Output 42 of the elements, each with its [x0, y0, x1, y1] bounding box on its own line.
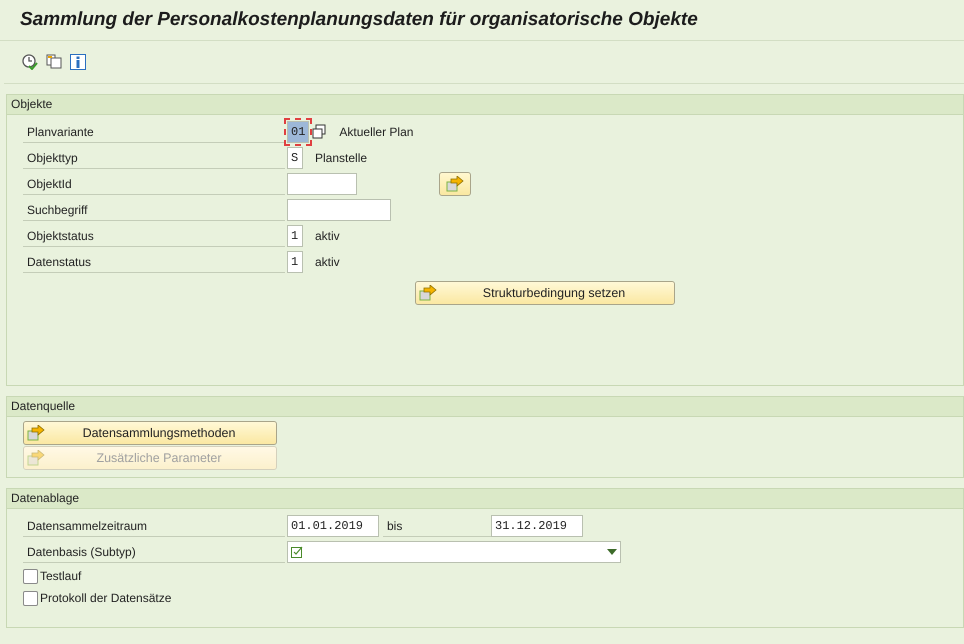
- info-icon[interactable]: [70, 54, 86, 70]
- value-help-icon[interactable]: [311, 124, 328, 140]
- field-label: Datensammelzeitraum: [23, 516, 285, 536]
- group-title: Datenquelle: [7, 397, 963, 417]
- push-button[interactable]: Datensammlungsmethoden: [23, 421, 277, 445]
- field-label: ObjektId: [23, 174, 285, 194]
- checkbox-label: Testlauf: [40, 569, 82, 583]
- field-label: Objekttyp: [23, 148, 285, 168]
- field-description: Planstelle: [315, 151, 368, 165]
- date-field[interactable]: 01.01.2019: [287, 515, 379, 537]
- input-field[interactable]: [287, 199, 391, 221]
- checkbox[interactable]: [23, 568, 38, 584]
- input-field[interactable]: 1: [287, 225, 303, 247]
- clock-check-icon[interactable]: [22, 54, 38, 70]
- push-icon: [419, 285, 437, 301]
- date-field[interactable]: 31.12.2019: [491, 515, 583, 537]
- input-field[interactable]: 1: [287, 251, 303, 273]
- field-description: aktiv: [315, 229, 340, 243]
- input-field[interactable]: 01: [287, 121, 310, 143]
- field-label: Suchbegriff: [23, 200, 285, 220]
- input-field[interactable]: S: [287, 147, 303, 169]
- checkbox[interactable]: [23, 590, 38, 606]
- group-title: Objekte: [7, 95, 963, 115]
- push-icon: [27, 450, 45, 466]
- structure-button[interactable]: Strukturbedingung setzen: [415, 281, 675, 305]
- push-icon: [446, 176, 464, 192]
- dropdown-field[interactable]: [287, 541, 621, 563]
- group-title: Datenablage: [7, 489, 963, 509]
- checkmark-icon: [291, 546, 303, 558]
- checkbox-label: Protokoll der Datensätze: [40, 591, 172, 605]
- push-button[interactable]: [439, 172, 471, 196]
- field-label: Planvariante: [23, 122, 285, 142]
- field-label: Datenstatus: [23, 252, 285, 272]
- input-field[interactable]: [287, 173, 357, 195]
- field-label: Datenbasis (Subtyp): [23, 542, 285, 562]
- field-description: Aktueller Plan: [339, 125, 414, 139]
- caret-icon: [607, 549, 617, 555]
- copy-icon[interactable]: [46, 54, 62, 70]
- push-icon: [27, 425, 45, 441]
- field-label: Objektstatus: [23, 226, 285, 246]
- window-title: Sammlung der Personalkostenplanungsdaten für organisatorische Objekte: [20, 9, 698, 31]
- field-description: aktiv: [315, 255, 340, 269]
